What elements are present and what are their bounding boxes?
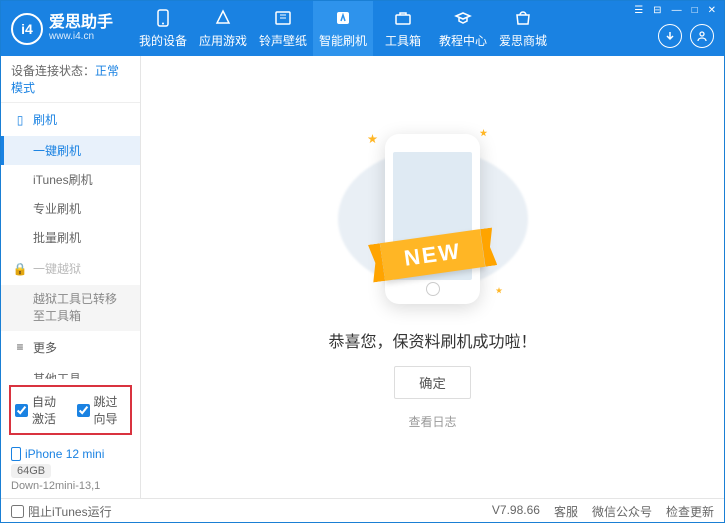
nav-apps[interactable]: 应用游戏 bbox=[193, 1, 253, 56]
window-controls: ☰ ⊟ ― □ ✕ bbox=[634, 5, 716, 16]
sidebar-item-batch[interactable]: 批量刷机 bbox=[1, 223, 140, 252]
nav-flash[interactable]: 智能刷机 bbox=[313, 1, 373, 56]
top-nav: 我的设备 应用游戏 铃声壁纸 智能刷机 工具箱 教程中心 爱思商城 bbox=[133, 1, 553, 56]
phone-small-icon: ▯ bbox=[13, 113, 27, 127]
user-icon[interactable] bbox=[690, 24, 714, 48]
brand-logo: i4 爱思助手 www.i4.cn bbox=[11, 13, 113, 45]
brand-title: 爱思助手 bbox=[49, 15, 113, 31]
customer-service-link[interactable]: 客服 bbox=[554, 503, 578, 520]
check-label: 跳过向导 bbox=[94, 393, 127, 427]
nav-ringtone[interactable]: 铃声壁纸 bbox=[253, 1, 313, 56]
phone-icon bbox=[153, 8, 173, 28]
nav-store[interactable]: 爱思商城 bbox=[493, 1, 553, 56]
sidebar-item-other[interactable]: 其他工具 bbox=[1, 364, 140, 379]
device-capacity: 64GB bbox=[11, 464, 51, 478]
wechat-link[interactable]: 微信公众号 bbox=[592, 503, 652, 520]
apps-icon bbox=[213, 8, 233, 28]
menu-icon[interactable]: ☰ bbox=[634, 5, 643, 16]
nav-label: 教程中心 bbox=[439, 32, 487, 49]
skip-guide-checkbox[interactable] bbox=[77, 404, 90, 417]
view-log-link[interactable]: 查看日志 bbox=[408, 413, 456, 430]
pin-icon[interactable]: ⊟ bbox=[653, 5, 661, 16]
toolbox-icon bbox=[393, 8, 413, 28]
nav-label: 智能刷机 bbox=[319, 32, 367, 49]
check-auto-activate[interactable]: 自动激活 bbox=[15, 393, 65, 427]
nav-label: 爱思商城 bbox=[499, 32, 547, 49]
device-info[interactable]: iPhone 12 mini 64GB Down-12mini-13,1 bbox=[1, 441, 140, 498]
conn-label: 设备连接状态： bbox=[11, 64, 95, 78]
more-icon: ≡ bbox=[13, 340, 27, 354]
group-label: 刷机 bbox=[33, 111, 57, 128]
device-model: Down-12mini-13,1 bbox=[11, 480, 130, 492]
success-illustration: NEW bbox=[358, 124, 508, 314]
minimize-icon[interactable]: ― bbox=[672, 5, 682, 16]
sidebar-group-jailbreak[interactable]: 🔒 一键越狱 bbox=[1, 252, 140, 285]
lock-icon: 🔒 bbox=[13, 262, 27, 276]
block-itunes[interactable]: 阻止iTunes运行 bbox=[11, 503, 112, 520]
jailbreak-notice: 越狱工具已转移至工具箱 bbox=[1, 285, 140, 331]
app-header: i4 爱思助手 www.i4.cn 我的设备 应用游戏 铃声壁纸 智能刷机 工具… bbox=[1, 1, 724, 56]
maximize-icon[interactable]: □ bbox=[692, 5, 698, 16]
group-label: 一键越狱 bbox=[33, 260, 81, 277]
nav-label: 铃声壁纸 bbox=[259, 32, 307, 49]
tutorial-icon bbox=[453, 8, 473, 28]
sidebar-item-oneclick[interactable]: 一键刷机 bbox=[1, 136, 140, 165]
nav-label: 工具箱 bbox=[385, 32, 421, 49]
check-skip-guide[interactable]: 跳过向导 bbox=[77, 393, 127, 427]
check-label: 自动激活 bbox=[32, 393, 65, 427]
sidebar-group-more[interactable]: ≡ 更多 bbox=[1, 331, 140, 364]
auto-activate-checkbox[interactable] bbox=[15, 404, 28, 417]
wallpaper-icon bbox=[273, 8, 293, 28]
footer-bar: 阻止iTunes运行 V7.98.66 客服 微信公众号 检查更新 bbox=[1, 498, 724, 523]
nav-label: 我的设备 bbox=[139, 32, 187, 49]
sidebar-group-flash[interactable]: ▯ 刷机 bbox=[1, 103, 140, 136]
close-icon[interactable]: ✕ bbox=[708, 5, 716, 16]
confirm-button[interactable]: 确定 bbox=[394, 366, 471, 399]
nav-tutorial[interactable]: 教程中心 bbox=[433, 1, 493, 56]
nav-label: 应用游戏 bbox=[199, 32, 247, 49]
options-highlight: 自动激活 跳过向导 bbox=[9, 385, 132, 435]
connection-status: 设备连接状态：正常模式 bbox=[1, 56, 140, 103]
check-update-link[interactable]: 检查更新 bbox=[666, 503, 714, 520]
group-label: 更多 bbox=[33, 339, 57, 356]
header-actions bbox=[658, 24, 714, 48]
nav-toolbox[interactable]: 工具箱 bbox=[373, 1, 433, 56]
store-icon bbox=[513, 8, 533, 28]
logo-icon: i4 bbox=[11, 13, 43, 45]
version-label: V7.98.66 bbox=[492, 503, 540, 520]
block-itunes-checkbox[interactable] bbox=[11, 505, 24, 518]
flash-icon bbox=[333, 8, 353, 28]
success-message: 恭喜您，保资料刷机成功啦！ bbox=[328, 328, 536, 352]
brand-subtitle: www.i4.cn bbox=[49, 31, 113, 42]
device-phone-icon bbox=[11, 447, 21, 461]
block-itunes-label: 阻止iTunes运行 bbox=[28, 503, 112, 520]
download-icon[interactable] bbox=[658, 24, 682, 48]
sidebar: 设备连接状态：正常模式 ▯ 刷机 一键刷机 iTunes刷机 专业刷机 批量刷机… bbox=[1, 56, 141, 498]
sidebar-item-pro[interactable]: 专业刷机 bbox=[1, 194, 140, 223]
main-content: NEW 恭喜您，保资料刷机成功啦！ 确定 查看日志 bbox=[141, 56, 724, 498]
device-name: iPhone 12 mini bbox=[11, 447, 130, 461]
sidebar-item-itunes[interactable]: iTunes刷机 bbox=[1, 165, 140, 194]
nav-my-device[interactable]: 我的设备 bbox=[133, 1, 193, 56]
